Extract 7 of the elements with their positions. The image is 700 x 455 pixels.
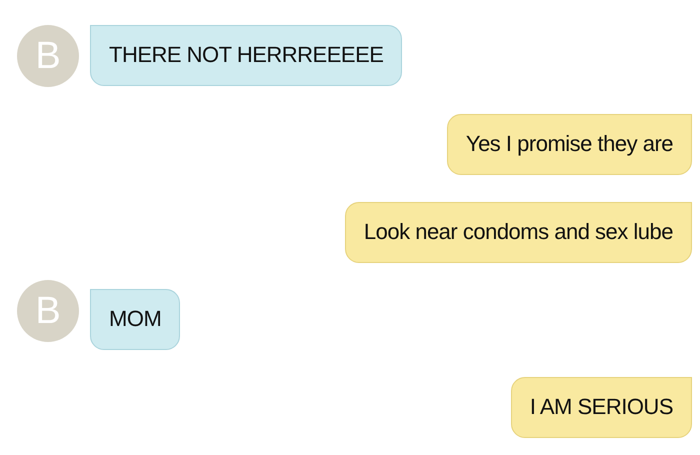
received-message-bubble: MOM [90, 289, 180, 350]
sent-message-bubble: Yes I promise they are [446, 114, 692, 175]
sent-message-bubble: I AM SERIOUS [510, 377, 692, 438]
received-message-bubble: THERE NOT HERRREEEEE [90, 25, 402, 86]
avatar: B [17, 280, 79, 342]
sent-message-bubble: Look near condoms and sex lube [344, 202, 692, 263]
avatar: B [17, 25, 79, 87]
